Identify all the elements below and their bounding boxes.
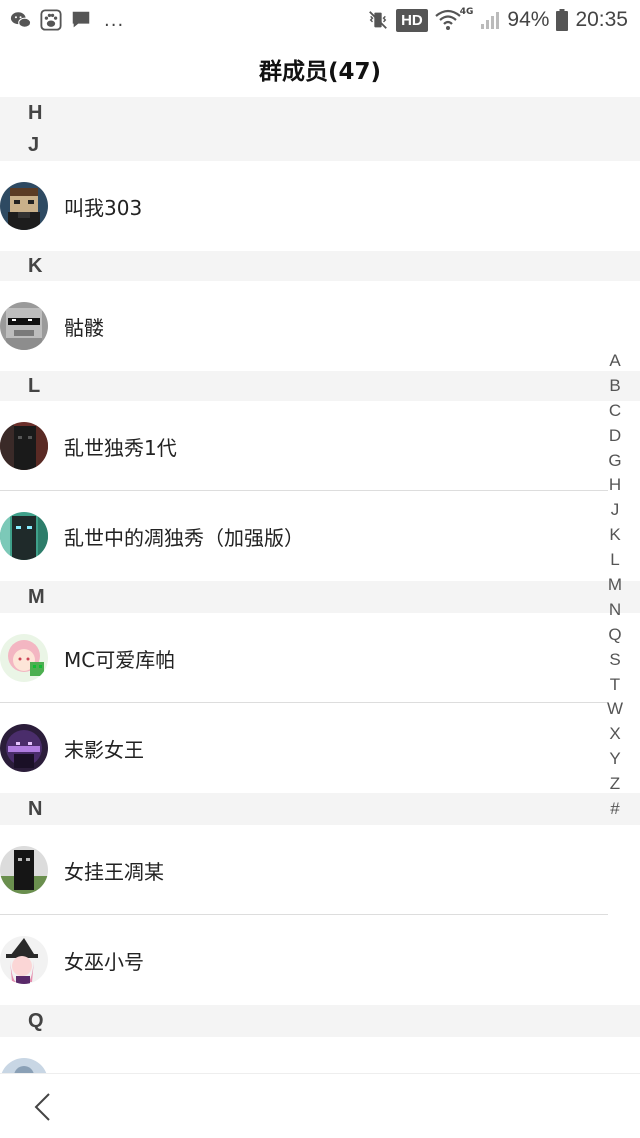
index-letter[interactable]: A [609, 349, 620, 374]
section-header-m: M [0, 581, 640, 613]
status-bar: ... HD 4G 94% 20:35 [0, 0, 640, 40]
index-letter[interactable]: D [609, 424, 621, 449]
member-name: 女巫小号 [64, 949, 144, 974]
list-item[interactable]: 叫我303 [0, 161, 640, 251]
section-letter: H [28, 101, 43, 124]
section-letter: M [28, 585, 45, 608]
avatar [0, 846, 48, 894]
avatar [0, 634, 48, 682]
section-header-k: K [0, 251, 640, 281]
battery-percent: 94% [507, 8, 550, 31]
more-notifications: ... [104, 9, 125, 31]
battery-icon [556, 9, 569, 31]
index-letter[interactable]: G [608, 449, 621, 474]
list-item[interactable]: 末影女王 [0, 703, 640, 793]
index-letter[interactable]: C [609, 399, 621, 424]
avatar [0, 512, 48, 560]
list-item[interactable]: 女挂王凋某 [0, 825, 640, 915]
avatar [0, 936, 48, 984]
wechat-icon [10, 12, 32, 28]
avatar [0, 422, 48, 470]
index-letter[interactable]: Y [609, 747, 620, 772]
section-letter: Q [28, 1009, 44, 1032]
index-letter[interactable]: H [609, 473, 621, 498]
hd-badge: HD [396, 8, 428, 32]
section-header-j: J [0, 129, 640, 161]
member-name: MC可爱库帕 [64, 647, 176, 672]
index-letter[interactable]: M [608, 573, 622, 598]
index-letter[interactable]: Z [610, 772, 620, 797]
list-item[interactable]: 乱世独秀1代 [0, 401, 640, 491]
list-item[interactable]: 骷髅 [0, 281, 640, 371]
list-item[interactable]: 乱世中的凋独秀（加强版） [0, 491, 640, 581]
section-letter: J [28, 133, 40, 156]
back-icon[interactable] [32, 1092, 54, 1122]
member-name: 骷髅 [64, 315, 104, 340]
alphabet-index[interactable]: A B C D G H J K L M N Q S T W X Y Z # [605, 349, 625, 822]
section-letter: N [28, 797, 43, 820]
wifi-icon [435, 9, 461, 30]
index-letter[interactable]: L [610, 548, 619, 573]
member-name: 末影女王 [64, 737, 144, 762]
index-letter[interactable]: # [610, 797, 619, 822]
index-letter[interactable]: Q [608, 623, 621, 648]
section-header-l: L [0, 371, 640, 401]
bottom-bar [0, 1073, 640, 1138]
index-letter[interactable]: S [609, 648, 620, 673]
member-name: 女挂王凋某 [64, 859, 164, 884]
section-letter: L [28, 374, 41, 397]
member-name: 乱世中的凋独秀（加强版） [64, 525, 304, 550]
list-item[interactable]: 女巫小号 [0, 915, 640, 1005]
vibrate-mute-icon [369, 11, 387, 29]
message-icon [72, 11, 90, 28]
avatar [0, 182, 48, 230]
index-letter[interactable]: N [609, 598, 621, 623]
member-name: 乱世独秀1代 [64, 435, 177, 460]
avatar [0, 724, 48, 772]
index-letter[interactable]: B [609, 374, 620, 399]
index-letter[interactable]: T [610, 673, 620, 698]
network-type: 4G [459, 7, 474, 17]
index-letter[interactable]: K [609, 523, 620, 548]
baidu-paw-icon [40, 9, 62, 31]
member-name: 叫我303 [64, 195, 143, 220]
clock: 20:35 [575, 8, 628, 31]
index-letter[interactable]: J [611, 498, 620, 523]
section-header-h: H [0, 97, 640, 129]
page-title: 群成员(47) [258, 58, 382, 85]
section-header-n: N [0, 793, 640, 825]
title-bar: 群成员(47) [0, 40, 640, 97]
section-letter: K [28, 254, 43, 277]
index-letter[interactable]: X [609, 722, 620, 747]
section-header-q: Q [0, 1005, 640, 1037]
signal-icon [481, 12, 500, 29]
list-item[interactable] [0, 1037, 640, 1073]
avatar [0, 302, 48, 350]
list-item[interactable]: MC可爱库帕 [0, 613, 640, 703]
index-letter[interactable]: W [607, 697, 623, 722]
member-list[interactable]: H J 叫我303 K 骷髅 L 乱世独秀1代 乱世中的凋独秀（加强版） M M… [0, 97, 640, 1073]
avatar [0, 1058, 48, 1073]
